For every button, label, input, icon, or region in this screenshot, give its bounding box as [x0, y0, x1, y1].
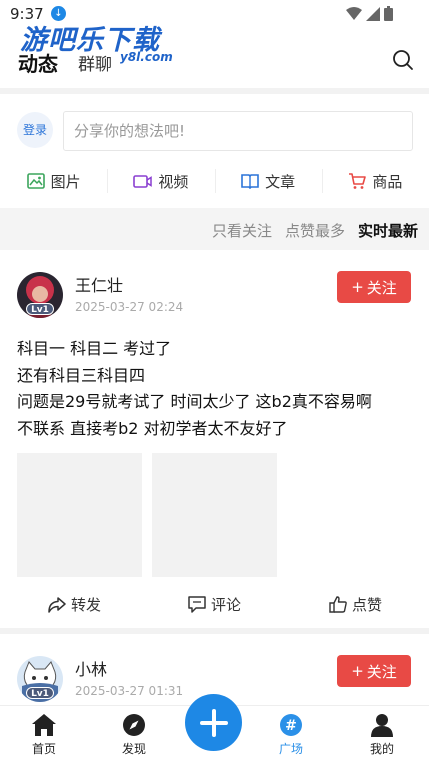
divider — [0, 88, 429, 94]
avatar[interactable]: Lv1 — [17, 272, 63, 318]
filter-latest[interactable]: 实时最新 — [358, 220, 418, 241]
post-content[interactable]: 科目一 科目二 考过了 还有科目三科目四 问题是29号就考试了 时间太少了 这b… — [17, 336, 417, 442]
video-icon — [133, 174, 153, 188]
wifi-icon — [346, 6, 362, 20]
media-video-button[interactable]: 视频 — [107, 164, 214, 198]
follow-label: 关注 — [366, 662, 397, 681]
filter-following[interactable]: 只看关注 — [212, 220, 272, 241]
top-header: 动态 群聊 — [0, 40, 429, 80]
media-image-button[interactable]: 图片 — [0, 164, 107, 198]
comment-button[interactable]: 评论 — [188, 594, 241, 615]
plus-icon: + — [351, 662, 364, 680]
plus-icon: + — [351, 278, 364, 296]
battery-icon — [384, 6, 393, 21]
plus-icon — [199, 708, 228, 737]
avatar[interactable]: Lv1 — [17, 656, 63, 702]
status-icons — [346, 6, 393, 21]
user-icon — [371, 714, 393, 737]
post-time: 2025-03-27 02:24 — [75, 300, 184, 314]
nav-plaza[interactable]: # 广场 — [261, 712, 321, 757]
login-button[interactable]: 登录 — [17, 112, 53, 148]
post-text-line: 不联系 直接考b2 对初学者太不友好了 — [17, 418, 288, 438]
nav-plaza-label: 广场 — [278, 742, 303, 756]
create-post-button[interactable] — [185, 694, 242, 751]
media-article-label: 文章 — [265, 172, 296, 191]
share-label: 转发 — [71, 596, 102, 614]
home-icon — [32, 714, 56, 736]
level-badge: Lv1 — [26, 687, 54, 699]
media-article-button[interactable]: 文章 — [214, 164, 322, 198]
svg-text:#: # — [285, 718, 297, 734]
media-image-label: 图片 — [50, 172, 81, 191]
post-text-line: 问题是29号就考试了 时间太少了 这b2真不容易啊 — [17, 392, 372, 411]
follow-button[interactable]: + 关注 — [337, 655, 411, 687]
filter-most-liked[interactable]: 点赞最多 — [285, 220, 345, 241]
level-badge: Lv1 — [26, 303, 54, 315]
compass-icon — [123, 714, 145, 736]
share-button[interactable]: 转发 — [48, 594, 101, 615]
post-text-line: 还有科目三科目四 — [17, 365, 146, 385]
book-icon — [241, 174, 259, 189]
like-button[interactable]: 点赞 — [329, 594, 382, 615]
post-username[interactable]: 小林 — [75, 656, 107, 680]
comment-label: 评论 — [211, 596, 242, 614]
nav-discover[interactable]: 发现 — [104, 712, 164, 757]
post-actions: 转发 评论 点赞 — [0, 590, 429, 620]
post-text-line: 科目一 科目二 考过了 — [17, 339, 172, 358]
share-icon — [48, 596, 66, 613]
image-icon — [26, 173, 45, 189]
like-label: 点赞 — [352, 596, 383, 614]
hashtag-icon: # — [280, 714, 302, 736]
follow-button[interactable]: + 关注 — [337, 271, 411, 303]
filter-bar: 只看关注 点赞最多 实时最新 — [0, 208, 429, 250]
thumbs-up-icon — [329, 596, 347, 613]
media-video-label: 视频 — [158, 172, 189, 191]
signal-icon — [366, 6, 380, 21]
cart-icon — [349, 172, 367, 189]
divider — [0, 628, 429, 634]
nav-home-label: 首页 — [31, 742, 56, 756]
comment-icon — [188, 596, 206, 613]
media-row: 图片 视频 文章 商品 — [0, 164, 429, 198]
post-image[interactable] — [17, 453, 142, 577]
media-goods-label: 商品 — [372, 172, 403, 191]
media-goods-button[interactable]: 商品 — [321, 164, 429, 198]
post-image[interactable] — [152, 453, 277, 577]
nav-mine-label: 我的 — [369, 742, 394, 756]
tab-dynamics[interactable]: 动态 — [18, 48, 58, 77]
nav-home[interactable]: 首页 — [14, 712, 74, 757]
post-time: 2025-03-27 01:31 — [75, 684, 184, 698]
follow-label: 关注 — [366, 278, 397, 297]
tab-group-chat[interactable]: 群聊 — [78, 50, 112, 75]
post-username[interactable]: 王仁壮 — [75, 272, 123, 296]
search-icon[interactable] — [391, 48, 415, 72]
nav-mine[interactable]: 我的 — [352, 712, 412, 757]
nav-discover-label: 发现 — [121, 742, 146, 756]
compose-input[interactable]: 分享你的想法吧! — [63, 111, 413, 151]
